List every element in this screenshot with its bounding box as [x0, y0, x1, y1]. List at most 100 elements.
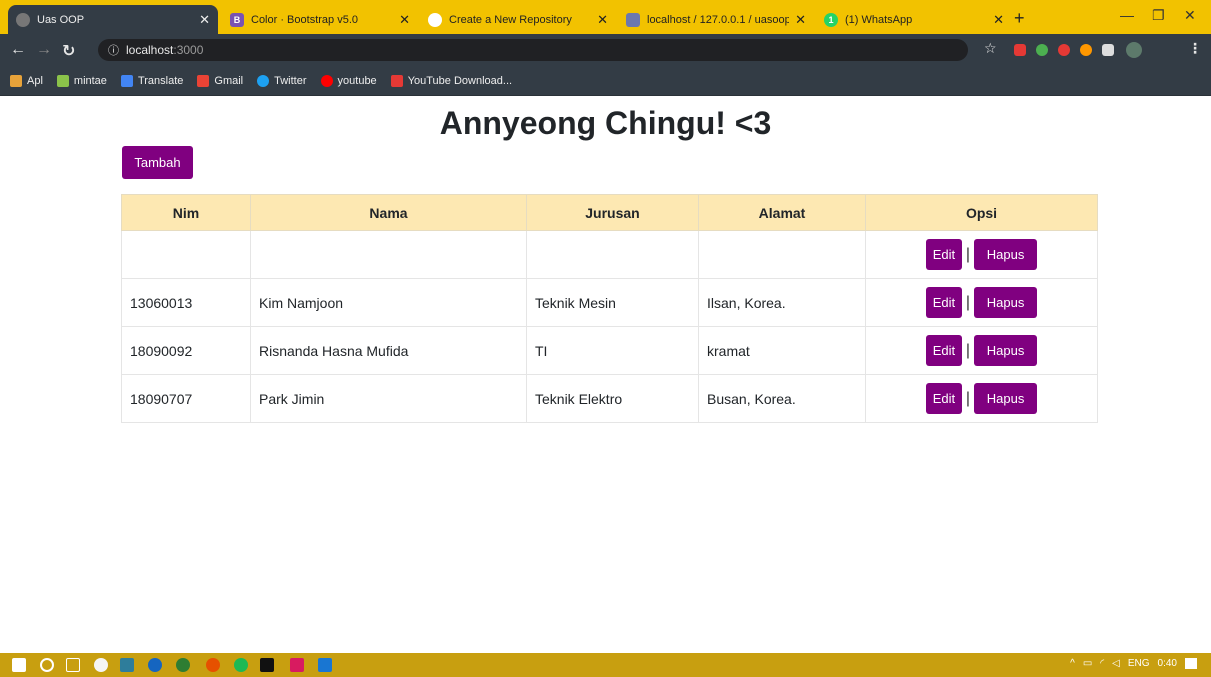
- bluetooth-icon[interactable]: [148, 658, 162, 672]
- twitter-icon: [257, 74, 270, 87]
- close-icon[interactable]: ✕: [597, 12, 608, 28]
- extension-icon[interactable]: [1080, 44, 1092, 56]
- edit-button[interactable]: Edit: [925, 239, 962, 270]
- bookmark-label: Twitter: [274, 74, 307, 87]
- avatar[interactable]: [1126, 42, 1142, 58]
- puzzle-icon[interactable]: [1102, 44, 1114, 56]
- tab-uas-oop[interactable]: Uas OOP ✕: [8, 5, 218, 34]
- column-header-opsi: Opsi: [865, 194, 1098, 231]
- extension-icon[interactable]: [1014, 44, 1026, 56]
- clock[interactable]: 0:40: [1158, 658, 1177, 669]
- page-title: Annyeong Chingu! <3: [439, 105, 772, 141]
- menu-icon[interactable]: ⋮: [1188, 40, 1202, 57]
- spotify-icon[interactable]: [234, 658, 248, 672]
- minimize-icon[interactable]: —: [1120, 7, 1134, 23]
- info-icon[interactable]: ⓘ: [108, 42, 119, 58]
- cell-opsi: Edit | Hapus: [865, 230, 1098, 279]
- student-table: Nim Nama Jurusan Alamat Opsi Edit | Hapu…: [121, 194, 1098, 423]
- address-bar-row: ← → ↻ ⓘ localhost:3000 ☆ ⋮: [0, 34, 1211, 66]
- battery-icon[interactable]: ▭: [1083, 658, 1092, 669]
- bookmark-label: Apl: [27, 74, 43, 87]
- bookmark-gmail[interactable]: Gmail: [197, 74, 243, 87]
- bookmark-star-icon[interactable]: ☆: [984, 40, 997, 57]
- firefox-icon[interactable]: [206, 658, 220, 672]
- windows-start-icon[interactable]: [12, 658, 26, 672]
- close-icon[interactable]: ✕: [199, 12, 210, 28]
- url-port: :3000: [173, 43, 204, 57]
- delete-button[interactable]: Hapus: [974, 383, 1038, 414]
- forward-icon[interactable]: →: [36, 41, 52, 59]
- github-icon: [428, 12, 442, 27]
- cell-alamat: kramat: [698, 326, 866, 375]
- back-icon[interactable]: ←: [10, 41, 26, 59]
- url-host: localhost: [126, 43, 174, 57]
- cell-alamat: Busan, Korea.: [698, 374, 866, 423]
- apps-icon: [10, 74, 22, 87]
- bookmark-twitter[interactable]: Twitter: [257, 74, 307, 87]
- close-icon[interactable]: ✕: [399, 12, 410, 28]
- extension-icon[interactable]: [1036, 44, 1048, 56]
- tab-bootstrap[interactable]: B Color · Bootstrap v5.0 ✕: [222, 5, 418, 34]
- cell-nama: Risnanda Hasna Mufida: [250, 326, 527, 375]
- tab-label: Create a New Repository: [449, 13, 572, 26]
- intellij-icon[interactable]: [260, 658, 274, 672]
- bookmark-youtube[interactable]: youtube: [320, 74, 377, 87]
- bookmark-label: Translate: [137, 74, 184, 87]
- cell-alamat: Ilsan, Korea.: [698, 278, 866, 327]
- add-button[interactable]: Tambah: [122, 146, 193, 179]
- tab-github[interactable]: Create a New Repository ✕: [420, 5, 616, 34]
- bookmark-apl[interactable]: Apl: [10, 74, 43, 87]
- restore-icon[interactable]: ❐: [1152, 7, 1165, 24]
- search-icon[interactable]: [40, 658, 54, 672]
- table-row: Edit | Hapus: [121, 230, 1098, 279]
- file-explorer-icon[interactable]: [120, 658, 134, 672]
- tab-whatsapp[interactable]: 1 (1) WhatsApp ✕: [816, 5, 1012, 34]
- column-header-nim: Nim: [121, 194, 251, 231]
- notification-icon[interactable]: [1185, 658, 1197, 669]
- delete-button[interactable]: Hapus: [974, 287, 1038, 318]
- separator: |: [965, 389, 971, 407]
- edit-button[interactable]: Edit: [925, 335, 962, 366]
- volume-icon[interactable]: ◁: [1112, 658, 1120, 669]
- close-icon[interactable]: ✕: [993, 12, 1004, 28]
- delete-button[interactable]: Hapus: [974, 335, 1038, 366]
- bookmarks-bar: Apl mintae Translate Gmail Twitter youtu…: [0, 66, 1211, 96]
- edit-button[interactable]: Edit: [925, 383, 962, 414]
- settings-icon[interactable]: [94, 658, 108, 672]
- bookmark-mintae[interactable]: mintae: [56, 74, 107, 87]
- xampp-icon[interactable]: [290, 658, 304, 672]
- cell-jurusan: Teknik Elektro: [526, 374, 699, 423]
- delete-button[interactable]: Hapus: [974, 239, 1038, 270]
- separator: |: [965, 341, 971, 359]
- system-tray: ^ ▭ ◜ ◁ ENG 0:40: [1070, 658, 1197, 669]
- extension-icon[interactable]: [1058, 44, 1070, 56]
- translate-icon: [120, 74, 133, 87]
- bookmark-youtube-download[interactable]: YouTube Download...: [390, 74, 513, 87]
- cell-opsi: Edit | Hapus: [865, 326, 1098, 375]
- tab-phpmyadmin[interactable]: localhost / 127.0.0.1 / uasoop ✕: [618, 5, 814, 34]
- tab-label: Uas OOP: [37, 13, 85, 26]
- window-close-icon[interactable]: ✕: [1184, 7, 1196, 24]
- mintae-icon: [56, 74, 69, 87]
- cell-jurusan: [526, 230, 699, 279]
- wifi-icon[interactable]: ◜: [1100, 658, 1104, 669]
- bookmark-label: YouTube Download...: [407, 74, 513, 87]
- cell-nama: Kim Namjoon: [250, 278, 527, 327]
- task-view-icon[interactable]: [66, 658, 80, 672]
- cell-jurusan: TI: [526, 326, 699, 375]
- edit-button[interactable]: Edit: [925, 287, 962, 318]
- language-indicator[interactable]: ENG: [1128, 658, 1150, 669]
- reload-icon[interactable]: ↻: [62, 41, 75, 61]
- column-header-alamat: Alamat: [698, 194, 866, 231]
- new-tab-button[interactable]: +: [1014, 8, 1025, 29]
- chevron-up-icon[interactable]: ^: [1070, 658, 1075, 669]
- cell-nim: 13060013: [121, 278, 251, 327]
- url-input[interactable]: ⓘ localhost:3000: [98, 39, 968, 61]
- bookmark-translate[interactable]: Translate: [120, 74, 184, 87]
- chrome-icon[interactable]: [176, 658, 190, 672]
- cell-nama: Park Jimin: [250, 374, 527, 423]
- bookmark-label: youtube: [337, 74, 377, 87]
- word-icon[interactable]: [318, 658, 332, 672]
- download-icon: [390, 74, 403, 87]
- close-icon[interactable]: ✕: [795, 12, 806, 28]
